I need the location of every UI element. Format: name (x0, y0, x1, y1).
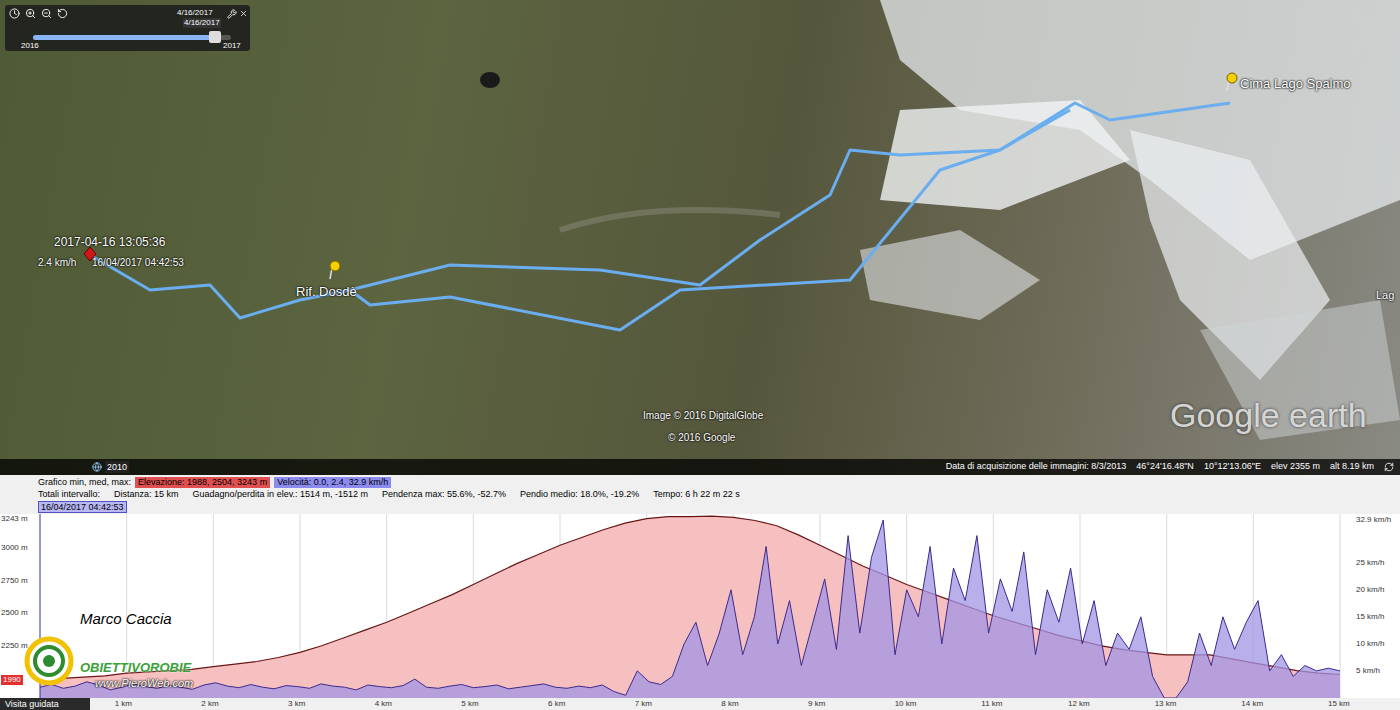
profile-chart[interactable] (38, 514, 1354, 698)
speed-line (40, 520, 1340, 698)
clock-icon[interactable] (9, 8, 20, 19)
interval-stat: Guadagno/perdita in elev.: 1514 m, -1512… (193, 489, 368, 500)
slider-date: 4/16/2017 (177, 8, 213, 18)
interval-stat: Distanza: 15 km (114, 489, 179, 500)
elevation-profile: Grafico min, med, max: Elevazione: 1988, … (0, 475, 1400, 710)
placemark-label[interactable]: Cima Lago Spalmo (1240, 76, 1351, 91)
compass-icon[interactable] (1320, 10, 1364, 54)
globe-icon[interactable] (92, 462, 102, 472)
interval-stat: Pendio medio: 18.0%, -19.2% (520, 489, 639, 500)
pushpin-icon[interactable] (327, 260, 343, 280)
right-axis: 32.9 km/h 25 km/h 20 km/h 15 km/h 10 km/h 5 k… (1354, 514, 1400, 698)
end-year: 2017 (223, 41, 241, 51)
track-start-date: 16/04/2017 04:42:53 (92, 257, 184, 269)
edge-label: Lag (1376, 289, 1394, 302)
elevation-area (40, 516, 1340, 698)
image-credit: Image © 2016 DigitalGlobe (643, 410, 763, 422)
google-earth-logo: Google earth (1170, 395, 1367, 435)
distance-tick: 13 km (1155, 699, 1177, 709)
distance-tick: 2 km (201, 699, 218, 709)
start-year: 2016 (21, 41, 39, 51)
longitude: 10°12'13.06"E (1204, 460, 1261, 474)
distance-tick: 14 km (1241, 699, 1263, 709)
speed-tick: 10 km/h (1356, 639, 1384, 649)
x-axis: 1 km 2 km 3 km 4 km 5 km 6 km 7 km 8 km 9 km 10 k… (0, 698, 1400, 710)
distance-tick: 3 km (288, 699, 305, 709)
site-logo-icon (24, 636, 74, 686)
profile-header: Grafico min, med, max: Elevazione: 1988, … (0, 475, 1400, 513)
track-lower[interactable] (350, 110, 1070, 330)
elevation-tick: 3243 m (1, 514, 28, 524)
elevation: elev 2355 m (1271, 460, 1320, 474)
copyright: © 2016 Google (668, 432, 735, 444)
elevation-tick: 2750 m (1, 576, 28, 586)
interval-stat: Tempo: 6 h 22 m 22 s (653, 489, 740, 500)
pushpin-icon[interactable] (1224, 72, 1240, 92)
zoom-out-icon[interactable] (41, 8, 52, 19)
elevation-tick: 3000 m (1, 543, 28, 553)
visita-guidata-button[interactable]: Visita guidata (0, 698, 90, 710)
distance-tick: 4 km (375, 699, 392, 709)
distance-tick: 8 km (721, 699, 738, 709)
reset-icon[interactable] (57, 8, 68, 19)
speed-tick: 25 km/h (1356, 558, 1384, 568)
speed-tick: 15 km/h (1356, 612, 1384, 622)
interval-stat: Totali intervallo: (38, 489, 100, 500)
elevation-tick: 1990 (1, 675, 23, 685)
distance-tick: 11 km (981, 699, 1002, 709)
distance-tick: 7 km (635, 699, 652, 709)
historical-year[interactable]: 2010 (105, 461, 129, 473)
placemark-label[interactable]: Rif. Dosdè (296, 284, 357, 299)
time-slider-panel: 4/16/20174/16/2017 2016 2017 (5, 5, 250, 51)
wrench-icon[interactable] (227, 9, 237, 19)
map-view[interactable]: 4/16/20174/16/2017 2016 2017 Cima Lago Spal… (0, 0, 1400, 475)
cursor-time: 16/04/2017 04:42:53 (38, 501, 127, 513)
elevation-stats[interactable]: Elevazione: 1988, 2504, 3243 m (135, 477, 270, 488)
interval-stat: Pendenza max: 55.6%, -52.7% (382, 489, 506, 500)
elevation-tick: 2500 m (1, 608, 28, 618)
speed-stats[interactable]: Velocità: 0.0, 2.4, 32.9 km/h (274, 477, 391, 488)
streaming-icon (1384, 462, 1394, 472)
distance-tick: 9 km (808, 699, 825, 709)
distance-tick: 1 km (115, 699, 132, 709)
speed-tick: 32.9 km/h (1356, 515, 1391, 525)
track-start-speed: 2.4 km/h (38, 257, 76, 269)
speed-tick: 20 km/h (1356, 585, 1384, 595)
track-upper[interactable] (90, 103, 1230, 318)
zoom-in-icon[interactable] (25, 8, 36, 19)
google-earth-window: 4/16/20174/16/2017 2016 2017 Cima Lago Spal… (0, 0, 1400, 710)
url-watermark: www.PieroWeb.com (95, 677, 193, 690)
close-icon[interactable] (239, 9, 248, 18)
time-slider-fill (33, 35, 221, 40)
time-slider[interactable] (33, 35, 231, 40)
distance-tick: 5 km (461, 699, 478, 709)
distance-tick: 12 km (1068, 699, 1090, 709)
author-watermark: Marco Caccia (80, 610, 172, 628)
acquisition-date: Data di acquisizione delle immagini: 8/3… (946, 460, 1127, 474)
track-start-time: 2017-04-16 13:05:36 (54, 235, 165, 249)
header-label: Grafico min, med, max: (38, 477, 131, 488)
slider-tooltip: 4/16/2017 (183, 18, 221, 28)
status-bar: 2010 Data di acquisizione delle immagini:… (0, 459, 1400, 475)
distance-tick: 15 km (1328, 699, 1350, 709)
distance-tick: 10 km (895, 699, 917, 709)
plot-row: 3243 m 3000 m 2750 m 2500 m 2250 m 1990 32.9 k… (0, 514, 1400, 698)
elevation-tick: 2250 m (1, 641, 28, 651)
latitude: 46°24'16.48"N (1136, 460, 1194, 474)
site-watermark: OBIETTIVOROBIE (80, 660, 191, 675)
eye-altitude: alt 8.19 km (1330, 460, 1374, 474)
speed-tick: 5 km/h (1356, 666, 1380, 676)
speed-area (40, 520, 1340, 698)
distance-tick: 6 km (548, 699, 565, 709)
time-slider-thumb[interactable] (209, 31, 221, 43)
